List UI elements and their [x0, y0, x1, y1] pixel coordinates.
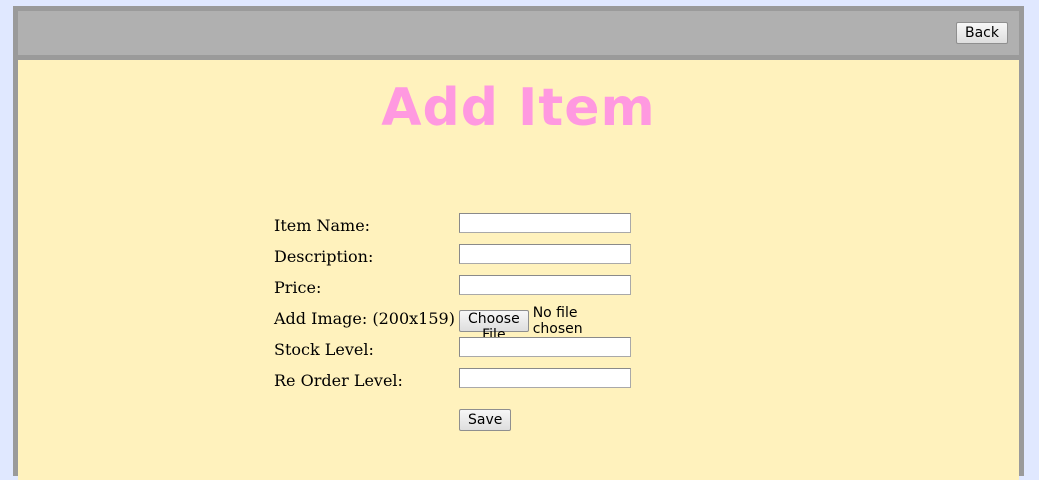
file-status-text: No file chosen: [532, 305, 583, 337]
description-label: Description:: [274, 247, 374, 266]
stock-level-label: Stock Level:: [274, 340, 374, 359]
back-button[interactable]: Back: [956, 22, 1008, 44]
page-frame: Back Add Item Item Name: Description: Pr…: [13, 6, 1024, 480]
top-bar: Back: [18, 11, 1019, 55]
price-label: Price:: [274, 278, 322, 297]
price-input[interactable]: [459, 275, 631, 295]
stock-level-input[interactable]: [459, 337, 631, 357]
choose-file-button[interactable]: Choose File: [459, 310, 529, 343]
image-file-input[interactable]: Choose File No file chosen: [459, 305, 583, 343]
reorder-level-input[interactable]: [459, 368, 631, 388]
main-content: Add Item Item Name: Description: Price: …: [18, 60, 1019, 480]
save-button[interactable]: Save: [459, 409, 512, 431]
reorder-level-label: Re Order Level:: [274, 371, 403, 390]
description-input[interactable]: [459, 244, 631, 264]
item-name-input[interactable]: [459, 213, 631, 233]
page-title: Add Item: [381, 78, 656, 138]
add-image-label: Add Image: (200x159): [274, 309, 455, 328]
item-name-label: Item Name:: [274, 216, 371, 235]
